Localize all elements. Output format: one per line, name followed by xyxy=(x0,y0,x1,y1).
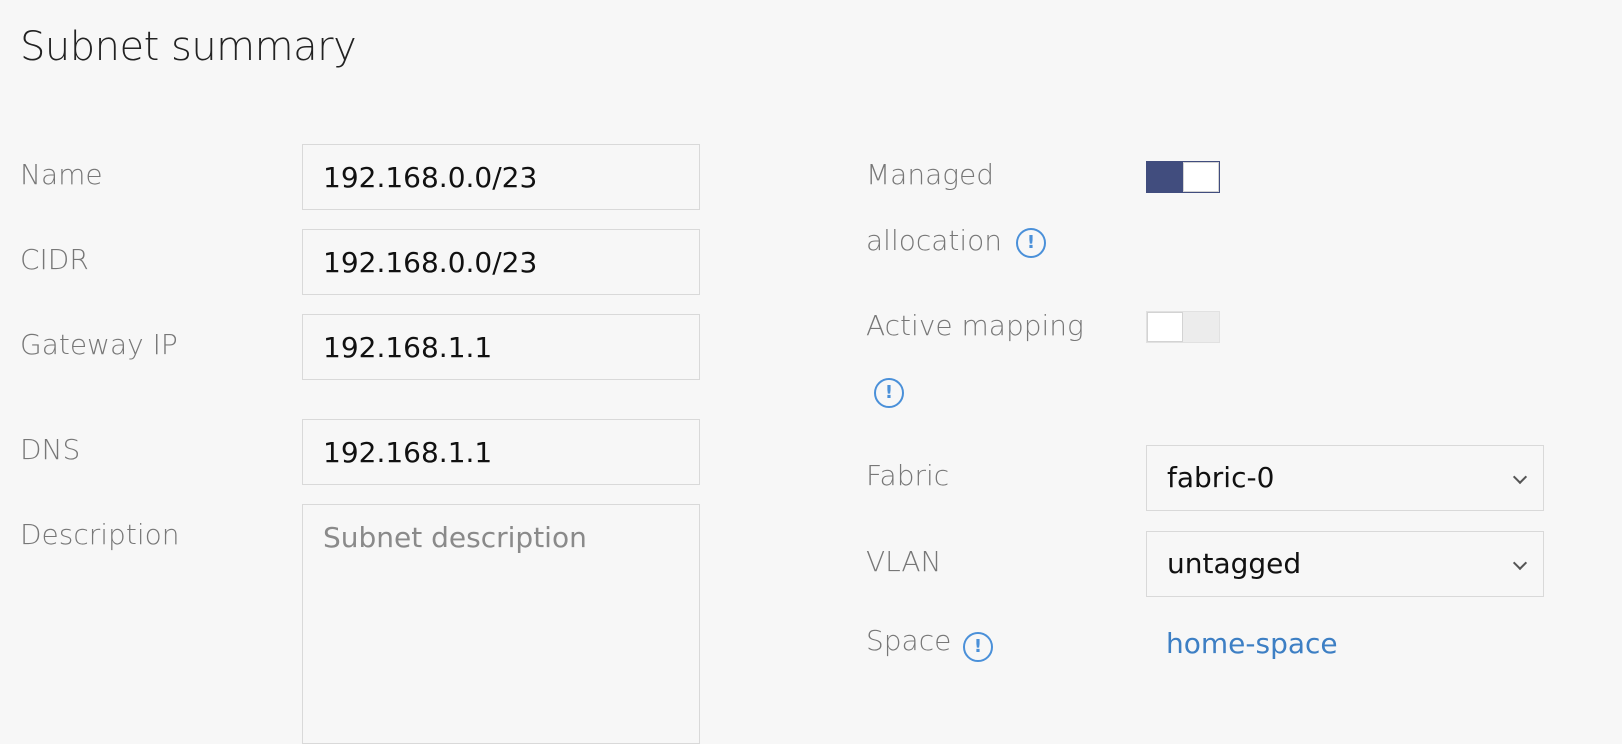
managed-allocation-label-line2: allocation xyxy=(866,224,1003,257)
description-textarea[interactable] xyxy=(302,504,700,744)
space-label: Space xyxy=(866,624,952,657)
dns-input[interactable] xyxy=(302,419,700,485)
chevron-down-icon xyxy=(1512,469,1528,485)
managed-allocation-toggle[interactable] xyxy=(1146,161,1220,193)
managed-allocation-label: Managed xyxy=(866,158,995,191)
info-icon[interactable]: ! xyxy=(874,378,904,408)
toggle-knob xyxy=(1183,162,1219,192)
vlan-label: VLAN xyxy=(866,545,942,578)
vlan-select-value: untagged xyxy=(1167,547,1302,580)
fabric-label: Fabric xyxy=(866,459,950,492)
active-mapping-toggle[interactable] xyxy=(1146,311,1220,343)
space-link[interactable]: home-space xyxy=(1166,627,1338,660)
vlan-select[interactable]: untagged xyxy=(1146,531,1544,597)
chevron-down-icon xyxy=(1512,555,1528,571)
active-mapping-label: Active mapping xyxy=(866,309,1084,342)
page-title: Subnet summary xyxy=(20,24,357,70)
toggle-knob xyxy=(1147,312,1183,342)
info-icon[interactable]: ! xyxy=(963,632,993,662)
fabric-select-value: fabric-0 xyxy=(1167,461,1275,494)
info-icon[interactable]: ! xyxy=(1016,228,1046,258)
description-label: Description xyxy=(20,518,180,551)
dns-label: DNS xyxy=(20,433,81,466)
name-input[interactable] xyxy=(302,144,700,210)
fabric-select[interactable]: fabric-0 xyxy=(1146,445,1544,511)
gateway-ip-label: Gateway IP xyxy=(20,328,178,361)
cidr-label: CIDR xyxy=(20,243,89,276)
cidr-input[interactable] xyxy=(302,229,700,295)
gateway-ip-input[interactable] xyxy=(302,314,700,380)
name-label: Name xyxy=(20,158,103,191)
